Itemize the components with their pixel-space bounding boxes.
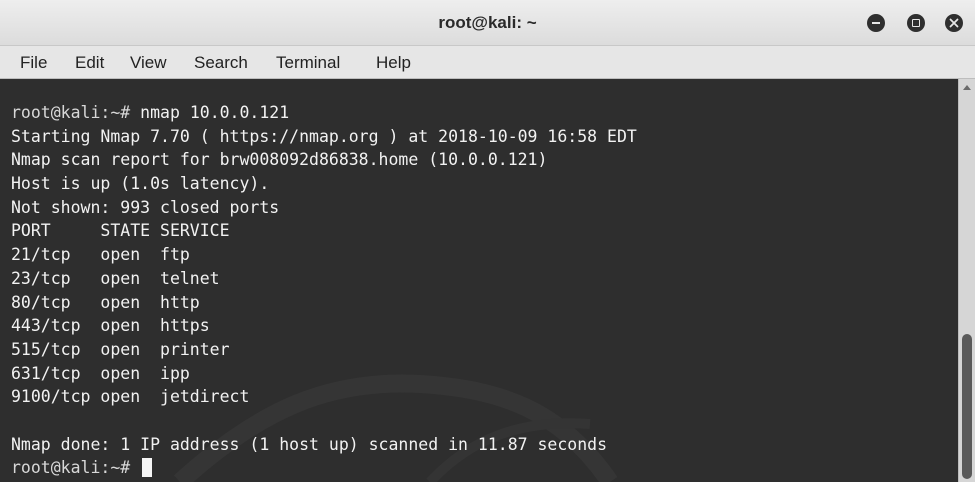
terminal-lines: root@kali:~# nmap 10.0.0.121 Starting Nm… [11, 101, 637, 480]
terminal-window: root@kali: ~ File Edit View Search Termi… [0, 0, 975, 482]
terminal-line: 443/tcp open https [11, 316, 210, 336]
command-input[interactable] [130, 458, 140, 477]
title-bar[interactable]: root@kali: ~ [0, 0, 975, 46]
terminal-line: Not shown: 993 closed ports [11, 197, 280, 217]
terminal-line: 80/tcp open http [11, 292, 200, 312]
terminal-line: Host is up (1.0s latency). [11, 174, 270, 194]
terminal-output[interactable]: root@kali:~# nmap 10.0.0.121 Starting Nm… [0, 79, 958, 482]
window-title: root@kali: ~ [438, 13, 537, 32]
shell-prompt: root@kali:~# [11, 458, 131, 478]
terminal-line: Nmap scan report for brw008092d86838.hom… [11, 150, 548, 170]
terminal-line: 631/tcp open ipp [11, 363, 190, 383]
scrollbar[interactable] [958, 79, 975, 482]
close-icon[interactable] [945, 14, 963, 32]
minimize-icon[interactable] [867, 14, 885, 32]
command-text: nmap 10.0.0.121 [130, 103, 290, 122]
terminal-line: 9100/tcp open jetdirect [11, 387, 250, 407]
terminal-line: 515/tcp open printer [11, 339, 230, 359]
menu-search[interactable]: Search [194, 46, 248, 79]
terminal-line: Nmap done: 1 IP address (1 host up) scan… [11, 434, 608, 454]
menu-help[interactable]: Help [376, 46, 411, 79]
menu-terminal[interactable]: Terminal [276, 46, 340, 79]
scroll-thumb[interactable] [962, 334, 972, 479]
menu-view[interactable]: View [130, 46, 167, 79]
terminal-line: root@kali:~# [11, 456, 637, 480]
terminal-line: 21/tcp open ftp [11, 245, 190, 265]
menu-file[interactable]: File [20, 46, 47, 79]
terminal-line: 23/tcp open telnet [11, 268, 220, 288]
shell-prompt: root@kali:~# [11, 103, 131, 122]
scroll-up-arrow-icon[interactable] [963, 85, 971, 90]
terminal-line: PORT STATE SERVICE [11, 221, 230, 241]
terminal-line: root@kali:~# nmap 10.0.0.121 [11, 101, 637, 125]
menu-bar: File Edit View Search Terminal Help [0, 46, 975, 79]
maximize-icon[interactable] [907, 14, 925, 32]
menu-edit[interactable]: Edit [75, 46, 104, 79]
terminal-line: Starting Nmap 7.70 ( https://nmap.org ) … [11, 126, 637, 146]
text-cursor [142, 458, 153, 478]
